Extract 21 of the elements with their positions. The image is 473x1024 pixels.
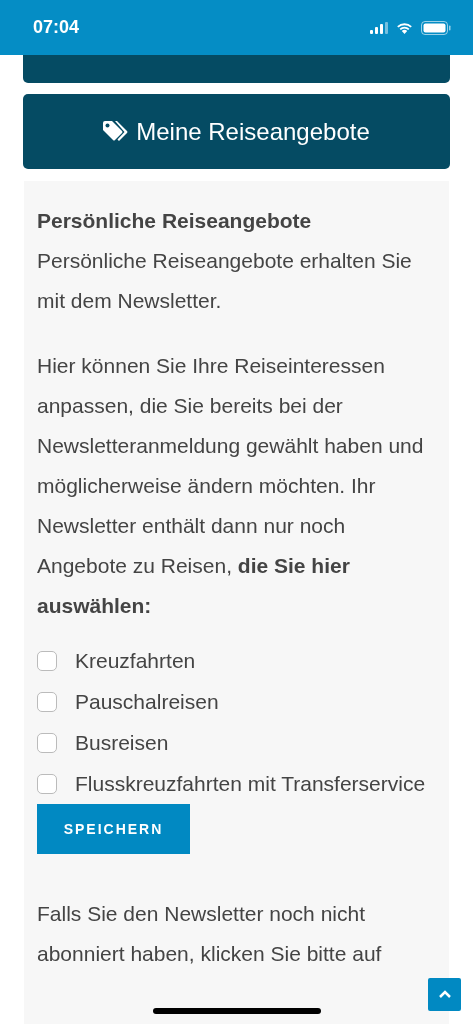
offers-button[interactable]: Meine Reiseangebote bbox=[23, 94, 450, 169]
checkbox-label: Busreisen bbox=[75, 731, 169, 754]
intro-paragraph: Persönliche Reiseangebote erhalten Sie mit dem Newsletter. bbox=[37, 248, 413, 314]
scroll-to-top-button[interactable] bbox=[428, 978, 461, 1011]
body-paragraph: Hier können Sie Ihre Reiseinteressen anpassen, die Sie bereits bei der Newsletteranmeldung gewählt haben und möglicherweise ändern möchten. Ihr Newsletter enthält dann nur noch Angebote zu Reisen, die Sie hier auswählen: bbox=[37, 353, 425, 619]
status-time: 07:04 bbox=[33, 16, 80, 39]
checkbox[interactable] bbox=[37, 692, 57, 712]
wifi-icon bbox=[396, 21, 413, 34]
section-heading: Persönliche Reiseangebote bbox=[37, 208, 313, 234]
checkbox-label: Flusskreuzfahrten mit Transferservice bbox=[75, 772, 426, 795]
signal-icon bbox=[370, 21, 388, 34]
footer-paragraph: Falls Sie den Newsletter noch nicht abonniert haben, klicken Sie bitte auf bbox=[37, 901, 383, 967]
save-button[interactable]: SPEICHERN bbox=[37, 804, 190, 854]
checkbox-label: Pauschalreisen bbox=[75, 690, 219, 713]
checkbox[interactable] bbox=[37, 774, 57, 794]
battery-icon bbox=[421, 20, 451, 35]
checkbox-label: Kreuzfahrten bbox=[75, 649, 196, 672]
checkbox[interactable] bbox=[37, 651, 57, 671]
checkbox[interactable] bbox=[37, 733, 57, 753]
chevron-up-icon bbox=[437, 990, 452, 999]
menu-button[interactable] bbox=[23, 55, 450, 83]
